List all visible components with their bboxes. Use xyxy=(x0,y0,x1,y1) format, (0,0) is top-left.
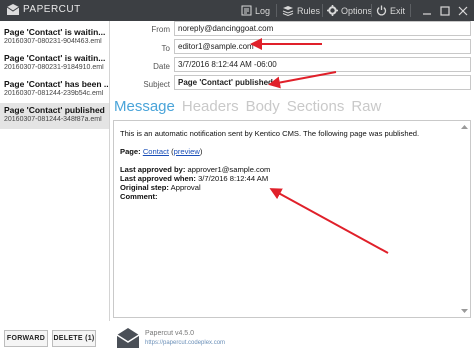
from-field[interactable]: noreply@dancinggoat.com xyxy=(174,21,471,36)
message-item[interactable]: Page 'Contact' is waitin... 20160307-080… xyxy=(0,51,109,77)
message-item[interactable]: Page 'Contact' has been ... 20160307-081… xyxy=(0,77,110,103)
papercut-envelope-icon xyxy=(116,328,140,348)
approved-when-label: Last approved when: xyxy=(120,174,196,183)
original-step-label: Original step: xyxy=(120,183,169,192)
app-title: PAPERCUT xyxy=(23,4,81,15)
original-step-line: Original step: Approval xyxy=(120,183,464,192)
options-label: Options xyxy=(341,5,373,16)
original-step-value: Approval xyxy=(170,183,201,192)
subject-label: Subject xyxy=(143,80,170,89)
message-filename: 20160307-080231-9184910.eml xyxy=(4,64,104,71)
tab-headers[interactable]: Headers xyxy=(182,97,239,117)
close-button[interactable] xyxy=(458,3,468,18)
project-url-link[interactable]: https://papercut.codeplex.com xyxy=(145,340,225,346)
minimize-icon xyxy=(423,12,431,15)
message-item-selected[interactable]: Page 'Contact' published 20160307-081244… xyxy=(0,103,109,129)
body-page-line: Page: Contact (preview) xyxy=(120,147,464,156)
view-tabs: Message Headers Body Sections Raw xyxy=(114,97,381,117)
comment-line: Comment: xyxy=(120,192,464,201)
approved-when-value: 3/7/2016 8:12:44 AM xyxy=(198,174,269,183)
rules-label: Rules xyxy=(297,5,321,16)
message-subject: Page 'Contact' has been ... xyxy=(4,79,110,89)
tab-body[interactable]: Body xyxy=(246,97,280,117)
message-filename: 20160307-080231-904f463.eml xyxy=(4,38,102,45)
log-button[interactable]: Log xyxy=(241,3,270,18)
rules-icon xyxy=(282,6,294,16)
minimize-button[interactable] xyxy=(422,3,432,18)
power-icon xyxy=(376,5,387,16)
subject-field[interactable]: Page 'Contact' published xyxy=(174,75,471,90)
date-label: Date xyxy=(153,62,170,71)
scroll-down-icon[interactable] xyxy=(461,308,468,314)
preview-link[interactable]: preview xyxy=(174,147,200,156)
title-bar: PAPERCUT Log Rules Options Exit xyxy=(0,0,474,21)
message-list: Page 'Contact' is waitin... 20160307-080… xyxy=(0,21,110,321)
message-filename: 20160307-081244-239b54c.eml xyxy=(4,90,104,97)
tab-raw[interactable]: Raw xyxy=(351,97,381,117)
date-field[interactable]: 3/7/2016 8:12:44 AM -06:00 xyxy=(174,57,471,72)
toolbar-divider xyxy=(410,4,411,17)
scroll-up-icon[interactable] xyxy=(461,124,468,130)
options-button[interactable]: Options xyxy=(327,3,372,18)
preview-close-paren: ) xyxy=(199,147,203,156)
delete-button[interactable]: DELETE (1) xyxy=(52,330,96,347)
rules-button[interactable]: Rules xyxy=(282,3,320,18)
from-label: From xyxy=(151,25,170,34)
maximize-button[interactable] xyxy=(440,3,450,18)
forward-button[interactable]: FORWARD xyxy=(4,330,48,347)
approved-when-line: Last approved when: 3/7/2016 8:12:44 AM xyxy=(120,174,464,183)
maximize-icon xyxy=(440,5,450,16)
papercut-logo-icon xyxy=(6,4,20,15)
approved-by-label: Last approved by: xyxy=(120,165,186,174)
tab-message[interactable]: Message xyxy=(114,97,175,117)
message-filename: 20160307-081244-348f87a.eml xyxy=(4,116,102,123)
to-field[interactable]: editor1@sample.com xyxy=(174,39,471,54)
toolbar-divider xyxy=(322,4,323,17)
message-subject: Page 'Contact' is waitin... xyxy=(4,27,106,37)
log-icon xyxy=(241,5,252,16)
approved-by-value: approver1@sample.com xyxy=(187,165,271,174)
toolbar-divider xyxy=(276,4,277,17)
page-link[interactable]: Contact xyxy=(143,147,169,156)
tab-sections[interactable]: Sections xyxy=(287,97,345,117)
body-intro: This is an automatic notification sent b… xyxy=(120,129,420,138)
to-label: To xyxy=(161,44,170,53)
message-subject: Page 'Contact' is waitin... xyxy=(4,53,106,63)
toolbar-divider xyxy=(371,4,372,17)
close-icon xyxy=(458,6,468,15)
message-body[interactable]: This is an automatic notification sent b… xyxy=(113,120,471,318)
log-label: Log xyxy=(255,5,271,16)
approved-by-line: Last approved by: approver1@sample.com xyxy=(120,165,464,174)
comment-label: Comment: xyxy=(120,192,158,201)
message-item[interactable]: Page 'Contact' is waitin... 20160307-080… xyxy=(0,25,109,51)
message-subject: Page 'Contact' published xyxy=(4,105,105,115)
page-label: Page: xyxy=(120,147,141,156)
version-label: Papercut v4.5.0 xyxy=(145,330,195,337)
exit-button[interactable]: Exit xyxy=(376,3,405,18)
gear-icon xyxy=(327,5,338,16)
exit-label: Exit xyxy=(390,5,406,16)
